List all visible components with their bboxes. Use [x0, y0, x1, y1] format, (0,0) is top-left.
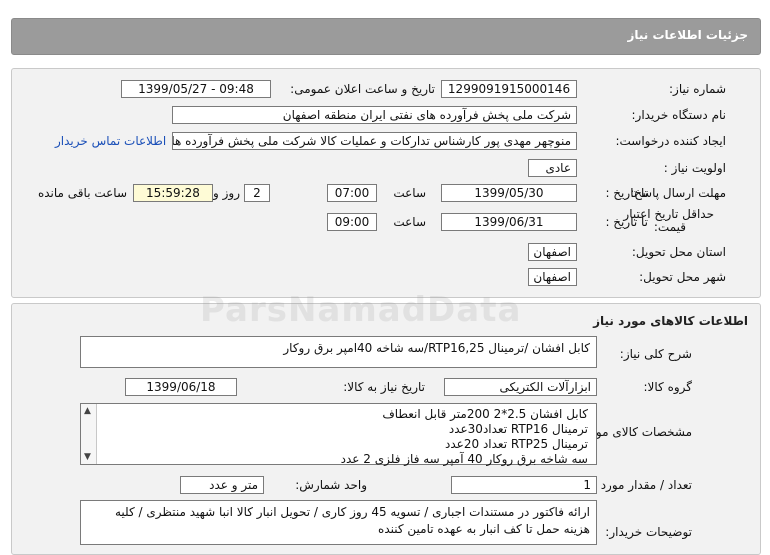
- buyer-org-label: نام دستگاه خریدار:: [631, 108, 727, 122]
- scroll-down-icon[interactable]: ▼: [84, 452, 91, 462]
- need-number-field[interactable]: 1299091915000146: [441, 80, 577, 98]
- reply-date-field[interactable]: 1399/05/30: [441, 184, 577, 202]
- announce-datetime-label: تاریخ و ساعت اعلان عمومی:: [290, 82, 435, 96]
- watermark: ParsNamadData: [200, 290, 522, 330]
- need-date-field[interactable]: 1399/06/18: [125, 378, 237, 396]
- specs-line: کابل افشان 2.5*2 200متر قابل انعطاف: [382, 407, 588, 421]
- specs-listbox[interactable]: ▲ ▼ کابل افشان 2.5*2 200متر قابل انعطاف …: [80, 403, 597, 467]
- summary-field[interactable]: کابل افشان /ترمینال RTP16,25/سه شاخه 40ا…: [80, 336, 597, 368]
- need-number-label: شماره نیاز:: [669, 82, 726, 96]
- validity-time-label: ساعت: [393, 215, 426, 229]
- days-label: روز و: [213, 186, 240, 200]
- priority-field[interactable]: عادی: [528, 159, 577, 177]
- reply-time-label: ساعت: [393, 186, 426, 200]
- need-date-label: تاریخ نیاز به کالا:: [343, 380, 425, 394]
- specs-line: ترمینال RTP16 تعداد30عدد: [448, 422, 588, 436]
- priority-label: اولویت نیاز :: [663, 161, 726, 175]
- remaining-time-label: ساعت باقی مانده: [37, 186, 127, 200]
- remaining-days-field[interactable]: 2: [244, 184, 270, 202]
- creator-label: ایجاد کننده درخواست:: [615, 134, 726, 148]
- goods-section-title: اطلاعات کالاهای مورد نیاز: [593, 314, 748, 328]
- page-header: جزئیات اطلاعات نیاز: [11, 18, 761, 55]
- province-field[interactable]: اصفهان: [528, 243, 577, 261]
- unit-label: واحد شمارش:: [295, 478, 367, 492]
- announce-datetime-field[interactable]: 1399/05/27 - 09:48: [121, 80, 271, 98]
- city-label: شهر محل تحویل:: [639, 270, 726, 284]
- specs-line: سه شاخه برق روکار 40 آمپر سه فاز فلزی 2 …: [340, 452, 588, 466]
- reply-to-date-label: تا تاریخ :: [605, 186, 648, 200]
- page-title: جزئیات اطلاعات نیاز: [627, 28, 748, 42]
- count-field[interactable]: 1: [451, 476, 597, 494]
- buyer-org-field[interactable]: شرکت ملی پخش فرآورده های نفتی ایران منطق…: [172, 106, 577, 124]
- validity-time-field[interactable]: 09:00: [327, 213, 377, 231]
- city-field[interactable]: اصفهان: [528, 268, 577, 286]
- validity-to-date-label: تا تاریخ :: [605, 215, 648, 229]
- need-details-panel: [11, 68, 761, 298]
- unit-field[interactable]: متر و عدد: [180, 476, 264, 494]
- validity-date-field[interactable]: 1399/06/31: [441, 213, 577, 231]
- buyer-notes-field[interactable]: ارائه فاکتور در مستندات اجباری / تسویه 4…: [80, 500, 597, 545]
- goods-group-label: گروه کالا:: [643, 380, 693, 394]
- creator-field[interactable]: منوچهر مهدی پور کارشناس تدارکات و عملیات…: [172, 132, 577, 150]
- province-label: استان محل تحویل:: [631, 245, 726, 259]
- price-validity-label-2: قیمت:: [653, 220, 686, 234]
- buyer-contact-link[interactable]: اطلاعات تماس خریدار: [55, 134, 166, 148]
- goods-group-field[interactable]: ابزارآلات الکتریکی: [444, 378, 597, 396]
- specs-line: ترمینال RTP25 تعداد 20عدد: [445, 437, 588, 451]
- buyer-notes-label: توضیحات خریدار:: [605, 525, 692, 539]
- specs-scrollbar[interactable]: ▲ ▼: [81, 404, 97, 464]
- summary-label: شرح کلی نیاز:: [619, 347, 692, 361]
- reply-time-field[interactable]: 07:00: [327, 184, 377, 202]
- remaining-time-field: 15:59:28: [133, 184, 213, 202]
- specs-lines: کابل افشان 2.5*2 200متر قابل انعطاف ترمی…: [341, 407, 588, 467]
- scroll-up-icon[interactable]: ▲: [84, 406, 91, 416]
